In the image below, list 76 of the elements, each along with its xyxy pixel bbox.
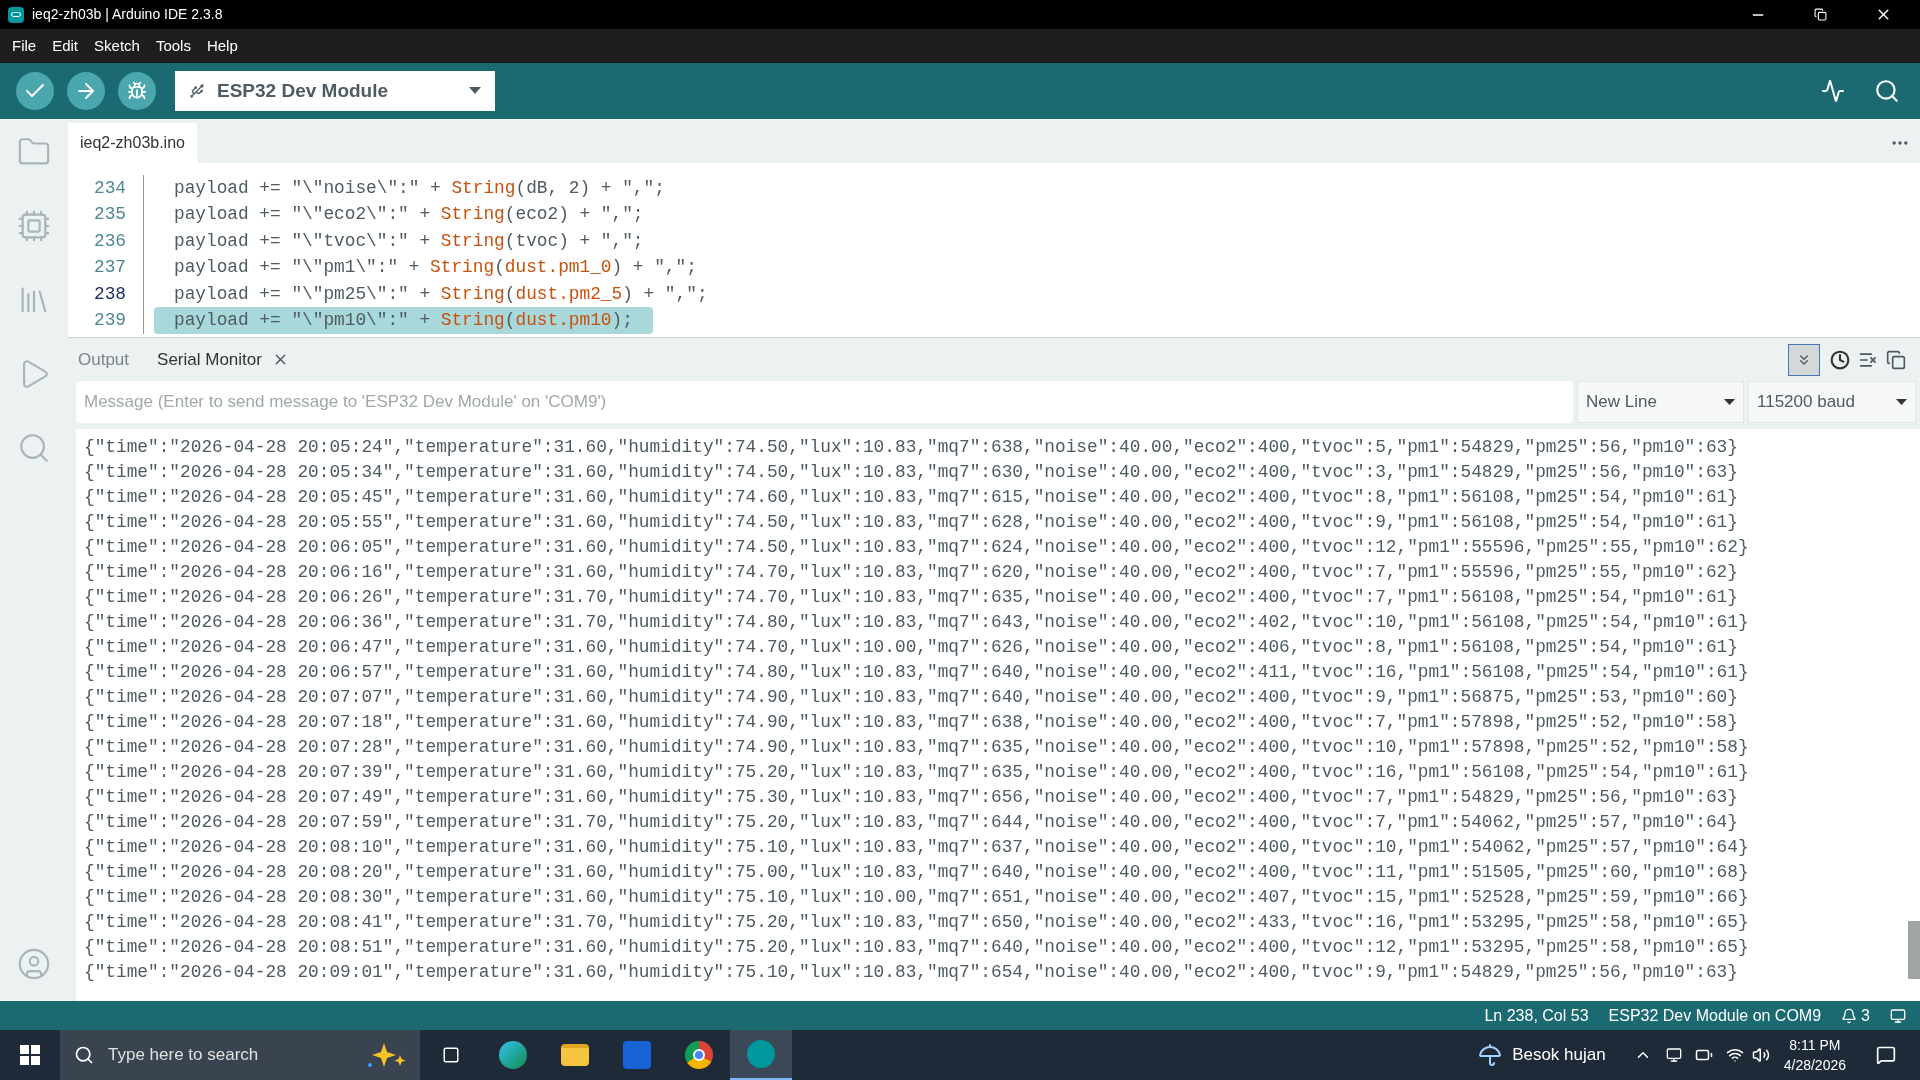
notification-count: 3 xyxy=(1861,1005,1870,1026)
serial-output-line: {"time":"2026-04-28 20:05:55","temperature":31.60,"humidity":74.50,"lux":10.83,"mq7":628,"noise":40.00,"eco2":400,"tvoc":9,"pm1":56108,"pm25":54,"pm10":61} xyxy=(84,511,1739,534)
caret-icon xyxy=(1896,398,1907,406)
serial-output-line: {"time":"2026-04-28 20:07:18","temperature":31.60,"humidity":74.90,"lux":10.83,"mq7":638,"noise":40.00,"eco2":400,"tvoc":7,"pm1":57898,"pm25":52,"pm10":58} xyxy=(84,711,1739,734)
line-number: 236 xyxy=(93,229,126,253)
verify-button[interactable] xyxy=(16,72,54,110)
message-field[interactable]: Message (Enter to send message to 'ESP32 Dev Module' on 'COM9') xyxy=(76,381,1573,423)
menu-item[interactable]: Edit xyxy=(44,34,87,58)
device-icon[interactable] xyxy=(1665,1047,1682,1063)
serial-output-line: {"time":"2026-04-28 20:08:20","temperature":31.60,"humidity":75.00,"lux":10.83,"mq7":640,"noise":40.00,"eco2":400,"tvoc":11,"pm1":51505,"pm25":60,"pm10":68} xyxy=(84,861,1750,884)
code-line: payload += "\"tvoc\":" + String(tvoc) + ","; xyxy=(173,229,645,253)
debug-button[interactable] xyxy=(118,72,156,110)
copy-icon[interactable] xyxy=(1886,349,1906,370)
serial-output-line: {"time":"2026-04-28 20:08:41","temperature":31.70,"humidity":75.20,"lux":10.83,"mq7":650,"noise":40.00,"eco2":433,"tvoc":16,"pm1":53295,"pm25":58,"pm10":65} xyxy=(84,911,1750,934)
menu-item[interactable]: Sketch xyxy=(86,34,148,58)
panel-tab[interactable]: Serial Monitor xyxy=(157,346,262,373)
serial-output-line: {"time":"2026-04-28 20:07:49","temperature":31.60,"humidity":75.30,"lux":10.83,"mq7":656,"noise":40.00,"eco2":400,"tvoc":7,"pm1":54829,"pm25":56,"pm10":63} xyxy=(84,786,1739,809)
search-icon xyxy=(74,1045,94,1065)
serial-output-line: {"time":"2026-04-28 20:07:07","temperature":31.60,"humidity":74.90,"lux":10.83,"mq7":640,"noise":40.00,"eco2":400,"tvoc":9,"pm1":56875,"pm25":53,"pm10":60} xyxy=(84,686,1739,709)
clock-time[interactable]: 8:11 PM xyxy=(1789,1035,1841,1055)
serial-output-line: {"time":"2026-04-28 20:09:01","temperature":31.60,"humidity":75.10,"lux":10.83,"mq7":654,"noise":40.00,"eco2":400,"tvoc":9,"pm1":54829,"pm25":56,"pm10":63} xyxy=(84,961,1739,984)
board-selector[interactable]: ESP32 Dev Module xyxy=(175,71,495,111)
serial-output-line: {"time":"2026-04-28 20:06:05","temperature":31.60,"humidity":74.50,"lux":10.83,"mq7":624,"noise":40.00,"eco2":400,"tvoc":12,"pm1":55596,"pm25":55,"pm10":62} xyxy=(84,536,1750,559)
file-tab[interactable]: ieq2-zh03b.ino xyxy=(68,123,197,163)
autoscroll-toggle[interactable] xyxy=(1788,343,1820,376)
code-line: payload += "\"pm25\":" + String(dust.pm2_5) + ","; xyxy=(173,282,709,306)
caret-icon xyxy=(1724,398,1735,406)
code-line: payload += "\"noise\":" + String(dB, 2) + ","; xyxy=(173,176,666,200)
serial-output-line: {"time":"2026-04-28 20:06:36","temperature":31.70,"humidity":74.80,"lux":10.83,"mq7":643,"noise":40.00,"eco2":402,"tvoc":10,"pm1":56108,"pm25":54,"pm10":61} xyxy=(84,611,1750,634)
clock-date[interactable]: 4/28/2026 xyxy=(1783,1055,1846,1075)
usb-icon xyxy=(189,83,205,99)
serial-output-line: {"time":"2026-04-28 20:06:16","temperature":31.60,"humidity":74.70,"lux":10.83,"mq7":620,"noise":40.00,"eco2":400,"tvoc":7,"pm1":55596,"pm25":55,"pm10":62} xyxy=(84,561,1739,584)
search-placeholder: Type here to search xyxy=(108,1044,260,1067)
plotter-icon[interactable] xyxy=(1821,79,1845,103)
line-number: 234 xyxy=(93,176,126,200)
restore-icon[interactable] xyxy=(1814,8,1827,21)
line-number: 239 xyxy=(93,309,126,333)
timestamp-icon[interactable] xyxy=(1830,349,1850,370)
wifi-icon[interactable] xyxy=(1725,1046,1744,1064)
caret-icon xyxy=(469,87,481,95)
serial-output-line: {"time":"2026-04-28 20:07:28","temperature":31.60,"humidity":74.90,"lux":10.83,"mq7":635,"noise":40.00,"eco2":400,"tvoc":10,"pm1":57898,"pm25":52,"pm10":58} xyxy=(84,736,1750,759)
panel-toggle-icon[interactable] xyxy=(1890,1007,1906,1024)
serial-output-line: {"time":"2026-04-28 20:08:30","temperature":31.60,"humidity":75.10,"lux":10.00,"mq7":651,"noise":40.00,"eco2":407,"tvoc":15,"pm1":52528,"pm25":59,"pm10":66} xyxy=(84,886,1750,909)
code-line: payload += "\"eco2\":" + String(eco2) + ","; xyxy=(173,203,645,227)
board-status: ESP32 Dev Module on COM9 xyxy=(1608,1005,1822,1026)
serial-output-line: {"time":"2026-04-28 20:05:34","temperature":31.60,"humidity":74.50,"lux":10.83,"mq7":630,"noise":40.00,"eco2":400,"tvoc":3,"pm1":54829,"pm25":56,"pm10":63} xyxy=(84,461,1739,484)
line-number: 237 xyxy=(93,256,126,280)
serial-output-line: {"time":"2026-04-28 20:06:57","temperature":31.60,"humidity":74.80,"lux":10.83,"mq7":640,"noise":40.00,"eco2":411,"tvoc":16,"pm1":56108,"pm25":54,"pm10":61} xyxy=(84,661,1750,684)
line-number: 238 xyxy=(93,282,126,306)
serial-output-line: {"time":"2026-04-28 20:06:26","temperature":31.70,"humidity":74.70,"lux":10.83,"mq7":635,"noise":40.00,"eco2":400,"tvoc":7,"pm1":56108,"pm25":54,"pm10":61} xyxy=(84,586,1739,609)
taskbar-search-field[interactable]: Type here to search xyxy=(60,1030,420,1080)
baud-dropdown[interactable]: 115200 baud xyxy=(1748,381,1916,423)
cursor-position: Ln 238, Col 53 xyxy=(1484,1005,1589,1026)
serial-output-line: {"time":"2026-04-28 20:08:51","temperature":31.60,"humidity":75.20,"lux":10.83,"mq7":640,"noise":40.00,"eco2":400,"tvoc":12,"pm1":53295,"pm25":58,"pm10":65} xyxy=(84,936,1750,959)
serial-output-line: {"time":"2026-04-28 20:05:45","temperature":31.60,"humidity":74.60,"lux":10.83,"mq7":615,"noise":40.00,"eco2":400,"tvoc":8,"pm1":56108,"pm25":54,"pm10":61} xyxy=(84,486,1739,509)
sparkle-icon xyxy=(366,1041,406,1069)
serial-output-line: {"time":"2026-04-28 20:07:39","temperature":31.60,"humidity":75.20,"lux":10.83,"mq7":635,"noise":40.00,"eco2":400,"tvoc":16,"pm1":56108,"pm25":54,"pm10":61} xyxy=(84,761,1750,784)
notifications-icon[interactable] xyxy=(1876,1045,1896,1065)
serial-output-line: {"time":"2026-04-28 20:07:59","temperature":31.70,"humidity":75.20,"lux":10.83,"mq7":644,"noise":40.00,"eco2":400,"tvoc":7,"pm1":54062,"pm25":57,"pm10":64} xyxy=(84,811,1739,834)
menu-item[interactable]: Tools xyxy=(147,34,199,58)
code-line: payload += "\"pm1\":" + String(dust.pm1_0) + ","; xyxy=(173,256,698,280)
serial-output-line: {"time":"2026-04-28 20:05:24","temperature":31.60,"humidity":74.50,"lux":10.83,"mq7":638,"noise":40.00,"eco2":400,"tvoc":5,"pm1":54829,"pm25":56,"pm10":63} xyxy=(84,436,1739,459)
menu-item[interactable]: Help xyxy=(198,34,246,58)
window-title: ieq2-zh03b | Arduino IDE 2.3.8 xyxy=(32,5,223,24)
upload-button[interactable] xyxy=(67,72,105,110)
weather-text[interactable]: Besok hujan xyxy=(1512,1042,1606,1068)
line-ending-dropdown[interactable]: New Line xyxy=(1577,381,1744,423)
line-number: 235 xyxy=(93,203,126,227)
serial-output-line: {"time":"2026-04-28 20:06:47","temperature":31.60,"humidity":74.70,"lux":10.00,"mq7":626,"noise":40.00,"eco2":406,"tvoc":8,"pm1":56108,"pm25":54,"pm10":61} xyxy=(84,636,1739,659)
volume-icon[interactable] xyxy=(1751,1046,1770,1064)
scrollbar-thumb[interactable] xyxy=(1908,921,1920,979)
bell-icon[interactable] xyxy=(1841,1007,1858,1024)
bug-icon xyxy=(127,81,147,101)
serial-output-line: {"time":"2026-04-28 20:08:10","temperature":31.60,"humidity":75.10,"lux":10.83,"mq7":637,"noise":40.00,"eco2":400,"tvoc":10,"pm1":54062,"pm25":57,"pm10":64} xyxy=(84,836,1750,859)
menu-item[interactable]: File xyxy=(4,34,45,58)
weather-icon[interactable] xyxy=(1478,1043,1503,1067)
